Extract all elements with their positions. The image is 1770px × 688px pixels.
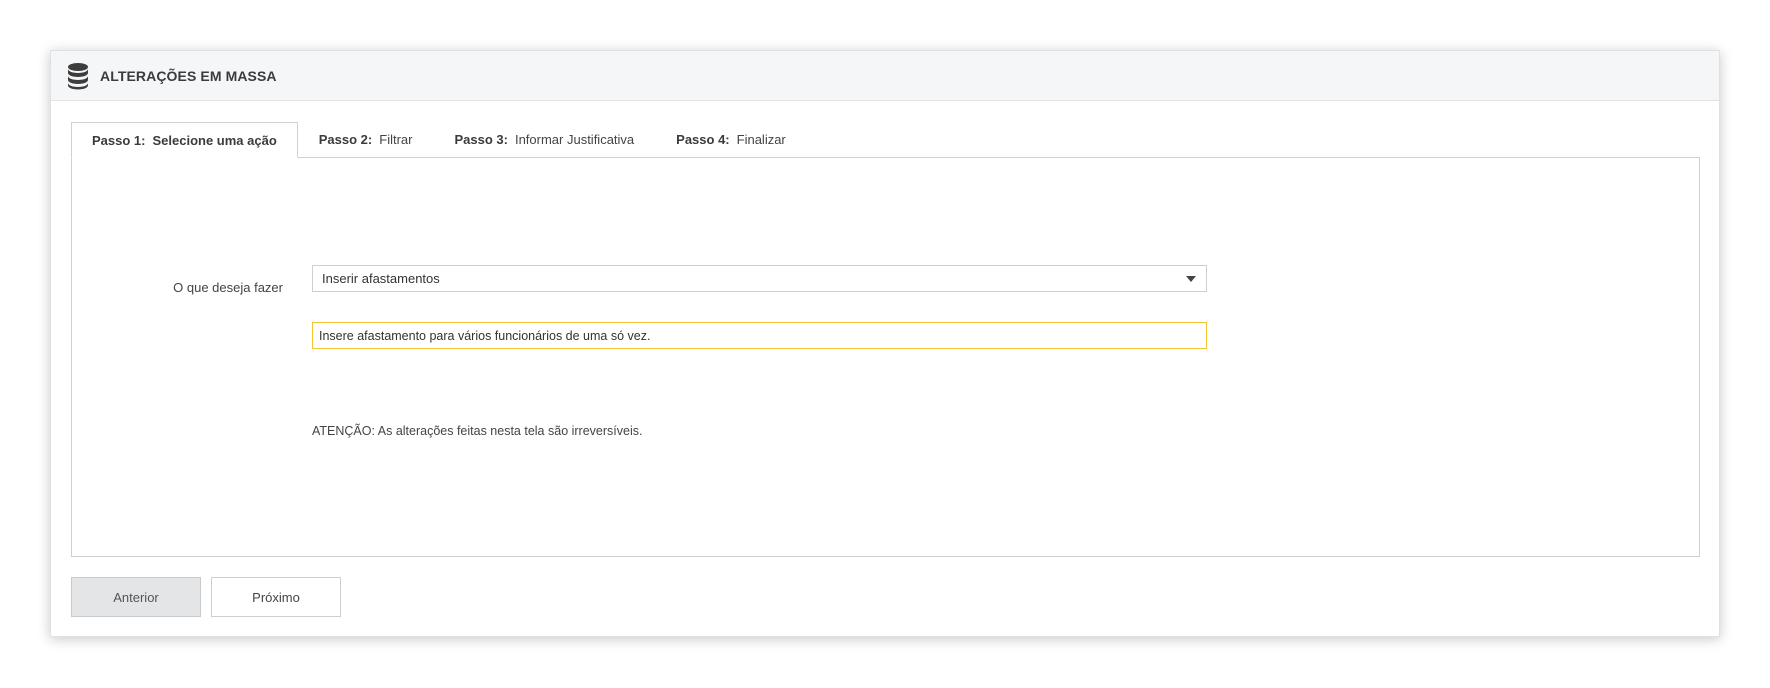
wizard-navigation: Anterior Próximo	[71, 577, 351, 617]
action-select[interactable]: Inserir afastamentos	[312, 265, 1207, 292]
tab-step-number: Passo 4:	[676, 132, 730, 147]
previous-button[interactable]: Anterior	[71, 577, 201, 617]
action-select-value: Inserir afastamentos	[322, 271, 440, 286]
wizard-tabs: Passo 1: Selecione uma ação Passo 2: Fil…	[71, 122, 1699, 158]
next-button[interactable]: Próximo	[211, 577, 341, 617]
tab-step-2[interactable]: Passo 2: Filtrar	[298, 122, 434, 157]
irreversible-warning: ATENÇÃO: As alterações feitas nesta tela…	[312, 424, 643, 438]
tab-step-3[interactable]: Passo 3: Informar Justificativa	[433, 122, 655, 157]
tab-step-4[interactable]: Passo 4: Finalizar	[655, 122, 807, 157]
caret-down-icon	[1186, 276, 1196, 282]
tab-content: O que deseja fazer Inserir afastamentos …	[71, 157, 1700, 557]
tab-step-number: Passo 3:	[454, 132, 508, 147]
tab-label: Finalizar	[736, 132, 786, 147]
database-icon	[66, 62, 90, 90]
tab-step-number: Passo 2:	[318, 132, 373, 147]
tab-label: Selecione uma ação	[152, 132, 277, 148]
tab-label: Informar Justificativa	[514, 132, 635, 147]
action-hint: Insere afastamento para vários funcionár…	[312, 322, 1207, 349]
panel-header: ALTERAÇÕES EM MASSA	[51, 51, 1719, 101]
bulk-changes-panel: ALTERAÇÕES EM MASSA Passo 1: Selecione u…	[50, 50, 1720, 637]
tab-step-number: Passo 1:	[92, 132, 146, 148]
tab-label: Filtrar	[379, 132, 413, 147]
action-hint-text: Insere afastamento para vários funcionár…	[319, 328, 651, 343]
panel-title: ALTERAÇÕES EM MASSA	[100, 67, 277, 84]
tab-step-1[interactable]: Passo 1: Selecione uma ação	[71, 122, 298, 158]
action-label: O que deseja fazer	[173, 280, 283, 295]
panel-body: Passo 1: Selecione uma ação Passo 2: Fil…	[51, 101, 1719, 557]
